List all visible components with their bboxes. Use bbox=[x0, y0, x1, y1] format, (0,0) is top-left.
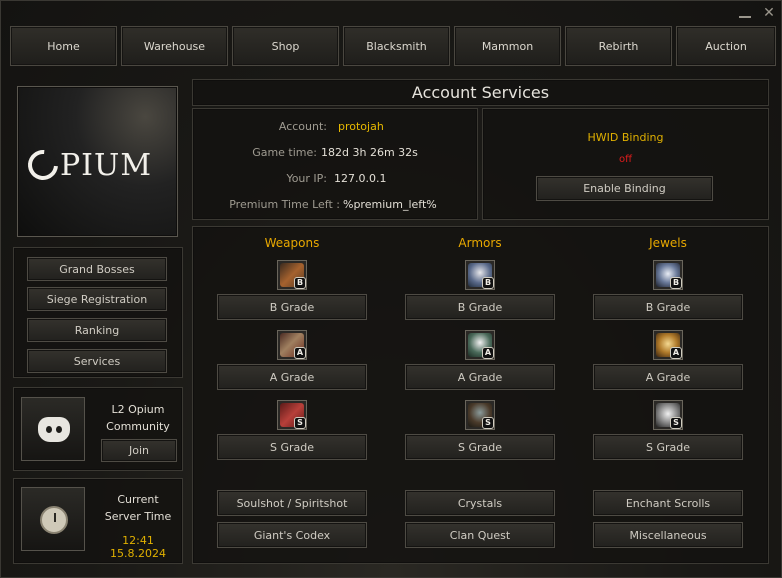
premium-value: %premium_left% bbox=[343, 198, 437, 211]
page-title: Account Services bbox=[411, 83, 550, 102]
community-title-line1: L2 Opium bbox=[111, 403, 165, 416]
game-time-label: Game time: bbox=[252, 146, 317, 159]
game-time-value: 182d 3h 26m 32s bbox=[321, 146, 418, 159]
weapon-a-sword-icon: A bbox=[277, 330, 307, 360]
weapons-a-grade-button[interactable]: A Grade bbox=[217, 364, 367, 390]
hwid-panel: HWID Binding off Enable Binding bbox=[482, 108, 769, 220]
opium-logo: PIUM bbox=[21, 143, 168, 187]
logo-wordmark: PIUM bbox=[60, 147, 153, 183]
armors-title: Armors bbox=[458, 236, 502, 250]
armors-a-grade-button[interactable]: A Grade bbox=[405, 364, 555, 390]
jewel-a-icon: A bbox=[653, 330, 683, 360]
server-time-value: 12:41 15.8.2024 bbox=[110, 534, 166, 560]
nav-warehouse-button[interactable]: Warehouse bbox=[121, 26, 228, 66]
armor-s-icon: S bbox=[465, 400, 495, 430]
giants-codex-button[interactable]: Giant's Codex bbox=[217, 522, 367, 548]
server-time-label: Current Server Time bbox=[98, 491, 178, 525]
nav-rebirth-button[interactable]: Rebirth bbox=[565, 26, 672, 66]
ip-value: 127.0.0.1 bbox=[334, 172, 387, 185]
services-button[interactable]: Services bbox=[27, 349, 167, 373]
nav-blacksmith-button[interactable]: Blacksmith bbox=[343, 26, 450, 66]
minimize-icon[interactable] bbox=[737, 5, 753, 21]
enchant-scrolls-button[interactable]: Enchant Scrolls bbox=[593, 490, 743, 516]
close-icon[interactable]: ✕ bbox=[761, 5, 777, 21]
weapons-s-grade-button[interactable]: S Grade bbox=[217, 434, 367, 460]
crystals-button[interactable]: Crystals bbox=[405, 490, 555, 516]
ip-label: Your IP: bbox=[286, 172, 327, 185]
logo-panel: PIUM bbox=[17, 86, 178, 237]
soulshot-button[interactable]: Soulshot / Spiritshot bbox=[217, 490, 367, 516]
app-window: ✕ Home Warehouse Shop Blacksmith Mammon … bbox=[0, 0, 782, 578]
weapon-s-sword-icon: S bbox=[277, 400, 307, 430]
weapon-b-sword-icon: B bbox=[277, 260, 307, 290]
nav-home-button[interactable]: Home bbox=[10, 26, 117, 66]
armor-b-icon: B bbox=[465, 260, 495, 290]
jewel-b-icon: B bbox=[653, 260, 683, 290]
clan-quest-button[interactable]: Clan Quest bbox=[405, 522, 555, 548]
account-info-panel: Account: protojah Game time: 182d 3h 26m… bbox=[192, 108, 478, 220]
armors-b-grade-button[interactable]: B Grade bbox=[405, 294, 555, 320]
account-label: Account: bbox=[278, 120, 327, 133]
logo-crescent-icon bbox=[21, 143, 65, 187]
premium-label: Premium Time Left : bbox=[229, 198, 340, 211]
ranking-button[interactable]: Ranking bbox=[27, 318, 167, 342]
top-nav: Home Warehouse Shop Blacksmith Mammon Re… bbox=[10, 26, 776, 66]
server-time-panel: Current Server Time 12:41 15.8.2024 bbox=[13, 478, 183, 564]
side-menu: Grand Bosses Siege Registration Ranking … bbox=[13, 247, 183, 378]
clock-icon bbox=[21, 487, 85, 551]
nav-mammon-button[interactable]: Mammon bbox=[454, 26, 561, 66]
shop-panel: Weapons B B Grade A A Grade S S Grade Ar… bbox=[192, 226, 769, 564]
siege-registration-button[interactable]: Siege Registration bbox=[27, 287, 167, 311]
server-time-label-line2: Server Time bbox=[104, 510, 172, 523]
jewels-s-grade-button[interactable]: S Grade bbox=[593, 434, 743, 460]
enable-binding-button[interactable]: Enable Binding bbox=[536, 176, 713, 201]
jewel-s-icon: S bbox=[653, 400, 683, 430]
community-panel: L2 Opium Community Join bbox=[13, 387, 183, 471]
jewels-title: Jewels bbox=[649, 236, 687, 250]
server-time-label-line1: Current bbox=[117, 493, 159, 506]
armor-a-icon: A bbox=[465, 330, 495, 360]
join-button[interactable]: Join bbox=[101, 439, 177, 462]
section-header: Account Services bbox=[192, 79, 769, 106]
nav-shop-button[interactable]: Shop bbox=[232, 26, 339, 66]
weapons-b-grade-button[interactable]: B Grade bbox=[217, 294, 367, 320]
account-value: protojah bbox=[338, 120, 384, 133]
jewels-b-grade-button[interactable]: B Grade bbox=[593, 294, 743, 320]
community-title: L2 Opium Community bbox=[98, 401, 178, 435]
miscellaneous-button[interactable]: Miscellaneous bbox=[593, 522, 743, 548]
discord-icon bbox=[21, 397, 85, 461]
armors-s-grade-button[interactable]: S Grade bbox=[405, 434, 555, 460]
hwid-title: HWID Binding bbox=[587, 131, 664, 144]
nav-auction-button[interactable]: Auction bbox=[676, 26, 776, 66]
community-title-line2: Community bbox=[106, 420, 170, 433]
grand-bosses-button[interactable]: Grand Bosses bbox=[27, 257, 167, 281]
jewels-a-grade-button[interactable]: A Grade bbox=[593, 364, 743, 390]
hwid-status: off bbox=[618, 154, 632, 165]
weapons-title: Weapons bbox=[264, 236, 320, 250]
